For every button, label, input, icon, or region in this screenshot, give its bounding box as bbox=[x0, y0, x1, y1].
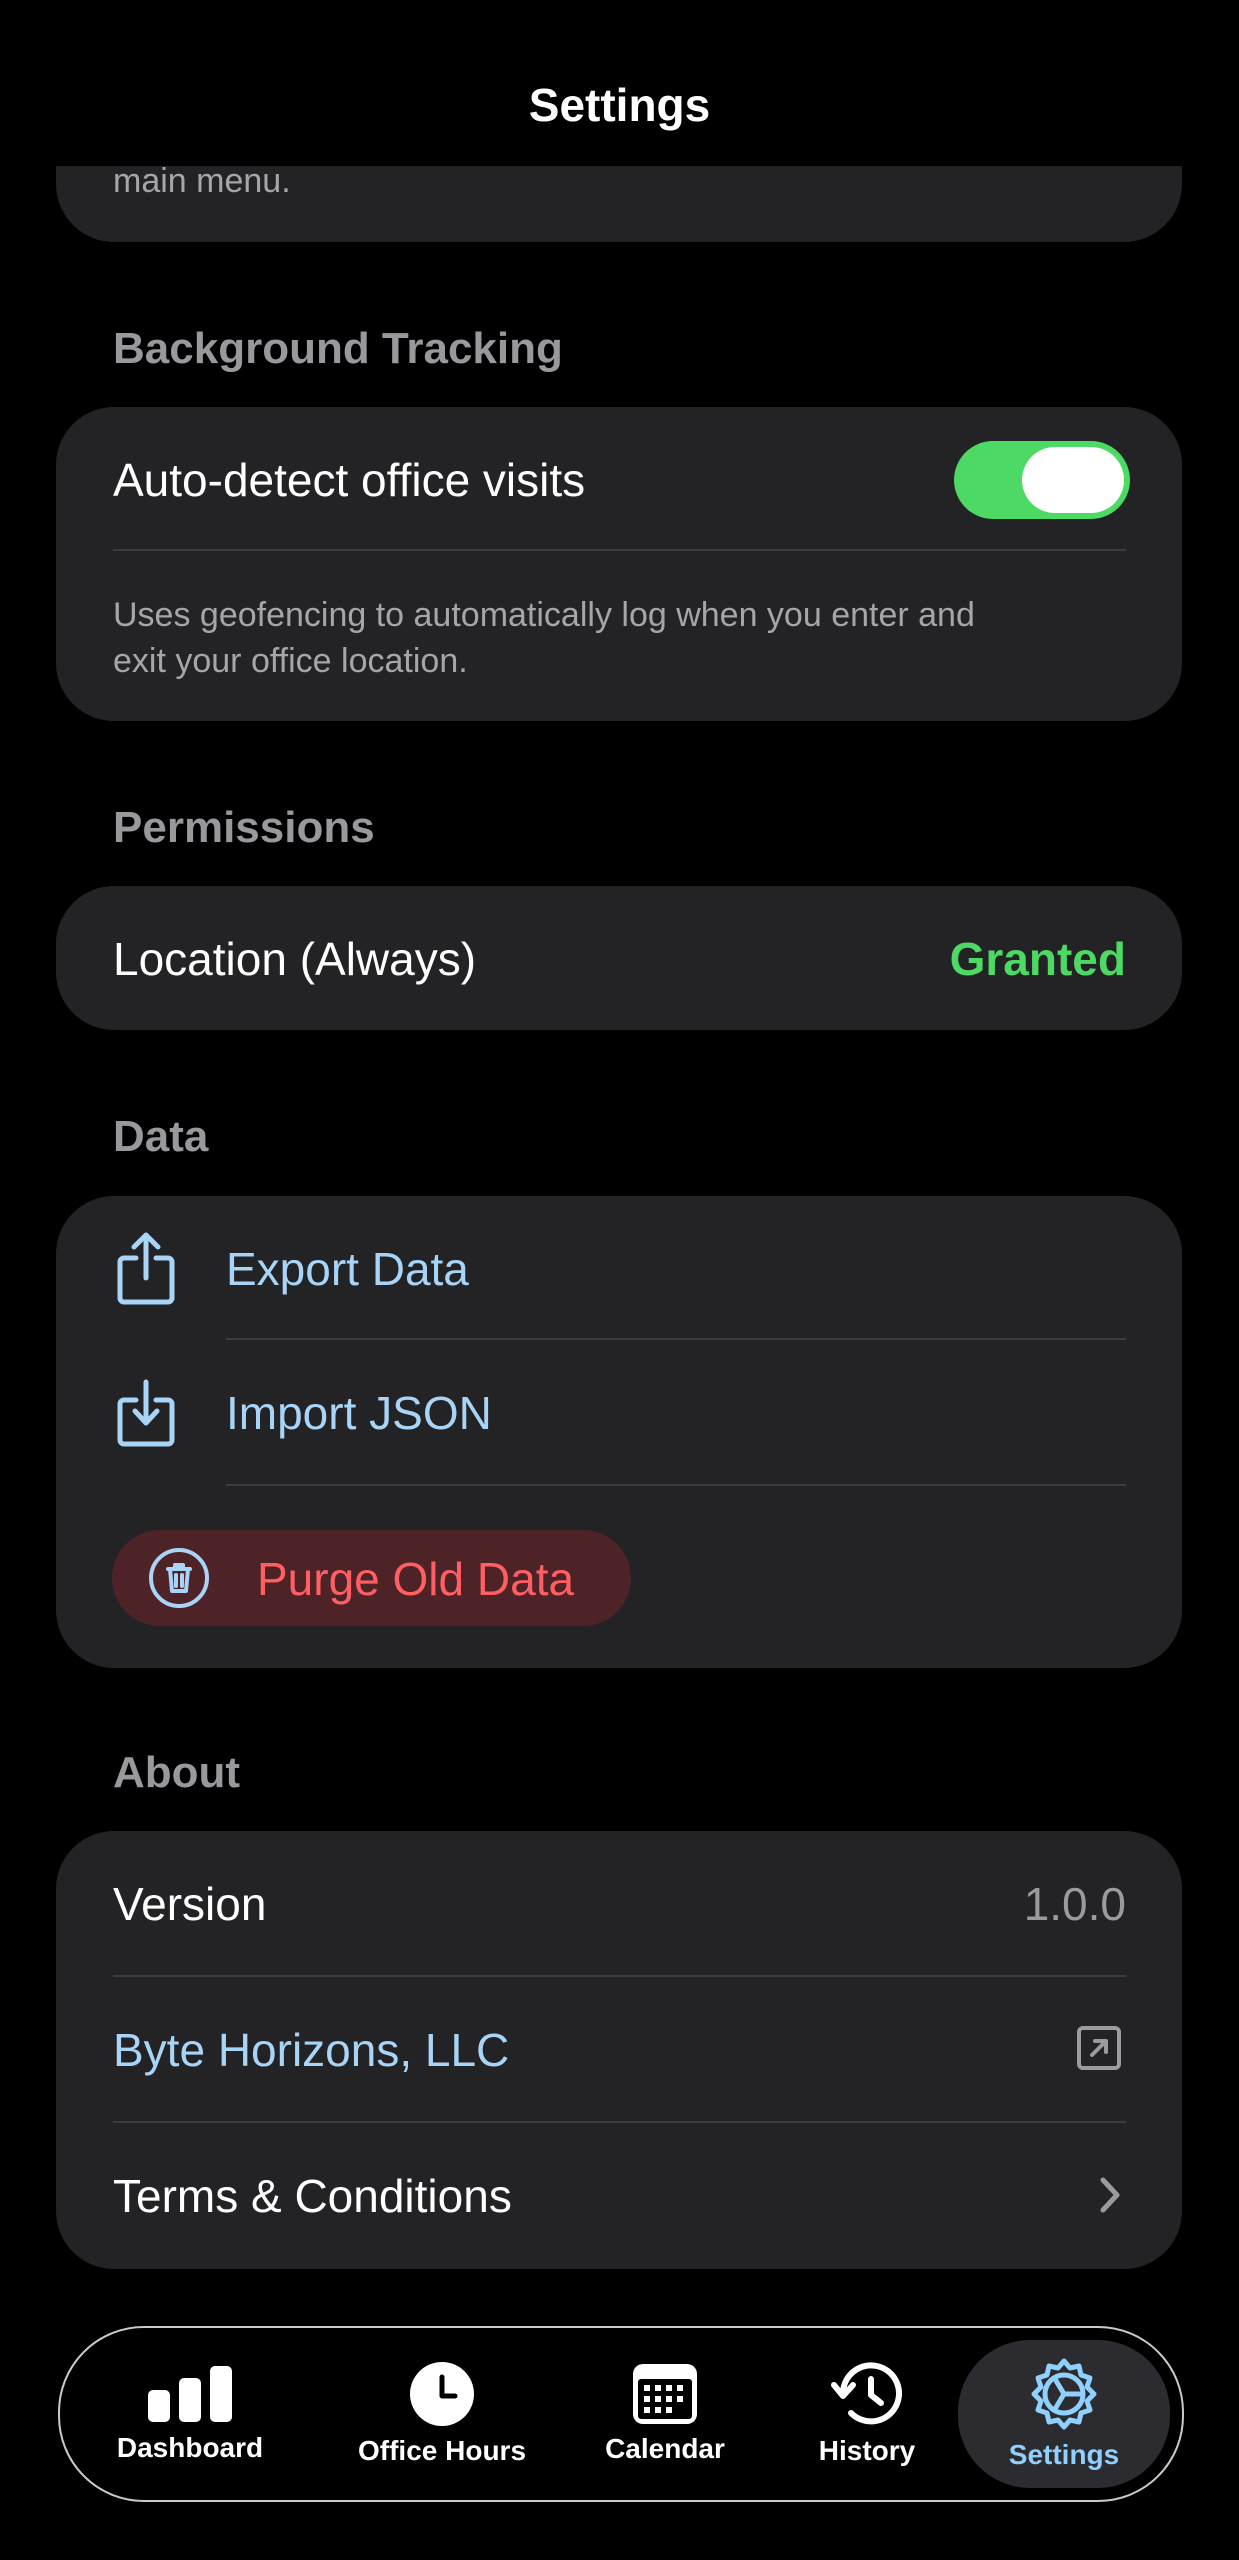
gear-icon bbox=[1027, 2357, 1101, 2431]
trash-icon bbox=[148, 1547, 210, 1609]
terms-row[interactable]: Terms & Conditions bbox=[56, 2123, 1182, 2269]
tab-history-label: History bbox=[818, 2435, 916, 2466]
version-value: 1.0.0 bbox=[1023, 1878, 1126, 1930]
external-link-icon bbox=[1076, 2025, 1122, 2071]
description-line-2: exit your office location. bbox=[113, 642, 468, 680]
divider bbox=[113, 549, 1126, 551]
tab-calendar-label: Calendar bbox=[605, 2433, 725, 2464]
clock-icon bbox=[409, 2361, 475, 2427]
export-data-row[interactable]: Export Data bbox=[56, 1196, 1182, 1336]
terms-label: Terms & Conditions bbox=[113, 2170, 512, 2222]
tab-calendar[interactable]: Calendar bbox=[590, 2328, 740, 2500]
tab-bar: Dashboard Office Hours Calendar History … bbox=[58, 2326, 1184, 2502]
divider bbox=[226, 1484, 1126, 1486]
version-row: Version 1.0.0 bbox=[56, 1831, 1182, 1975]
permissions-card[interactable]: Location (Always) Granted bbox=[56, 886, 1182, 1030]
import-icon bbox=[114, 1378, 178, 1448]
data-card: Export Data Import JSON Purge Old Data bbox=[56, 1196, 1182, 1668]
company-link-row[interactable]: Byte Horizons, LLC bbox=[56, 1977, 1182, 2121]
about-card: Version 1.0.0 Byte Horizons, LLC Terms &… bbox=[56, 1831, 1182, 2269]
auto-detect-description: Uses geofencing to automatically log whe… bbox=[113, 592, 975, 684]
auto-detect-toggle[interactable] bbox=[954, 441, 1130, 519]
page-title: Settings bbox=[528, 79, 711, 131]
tab-settings[interactable]: Settings bbox=[958, 2340, 1170, 2488]
tab-dashboard[interactable]: Dashboard bbox=[90, 2328, 290, 2500]
purge-old-data-label: Purge Old Data bbox=[257, 1553, 575, 1605]
section-header-background-tracking: Background Tracking bbox=[113, 324, 563, 373]
bar-chart-icon bbox=[146, 2364, 234, 2424]
toggle-knob bbox=[1022, 447, 1124, 513]
calendar-icon bbox=[632, 2363, 698, 2425]
auto-detect-label: Auto-detect office visits bbox=[113, 454, 586, 506]
history-icon bbox=[831, 2361, 903, 2427]
section-header-permissions: Permissions bbox=[113, 803, 375, 852]
tab-history[interactable]: History bbox=[792, 2328, 942, 2500]
tab-settings-label: Settings bbox=[1008, 2439, 1120, 2470]
import-json-row[interactable]: Import JSON bbox=[56, 1340, 1182, 1484]
location-permission-status: Granted bbox=[949, 933, 1126, 985]
share-icon bbox=[114, 1232, 178, 1306]
purge-old-data-button[interactable]: Purge Old Data bbox=[112, 1530, 631, 1626]
description-line-1: Uses geofencing to automatically log whe… bbox=[113, 596, 975, 634]
location-permission-label: Location (Always) bbox=[113, 933, 477, 985]
tab-dashboard-label: Dashboard bbox=[116, 2432, 264, 2463]
import-json-label: Import JSON bbox=[226, 1387, 492, 1439]
section-header-about: About bbox=[113, 1748, 241, 1797]
export-data-label: Export Data bbox=[226, 1243, 469, 1295]
tab-office-hours[interactable]: Office Hours bbox=[332, 2328, 552, 2500]
chevron-right-icon bbox=[1098, 2175, 1122, 2215]
version-label: Version bbox=[113, 1878, 267, 1930]
tab-office-hours-label: Office Hours bbox=[357, 2435, 527, 2466]
company-link-label: Byte Horizons, LLC bbox=[113, 2024, 510, 2076]
section-header-data: Data bbox=[113, 1112, 209, 1161]
clipped-description: main menu. bbox=[113, 162, 291, 200]
